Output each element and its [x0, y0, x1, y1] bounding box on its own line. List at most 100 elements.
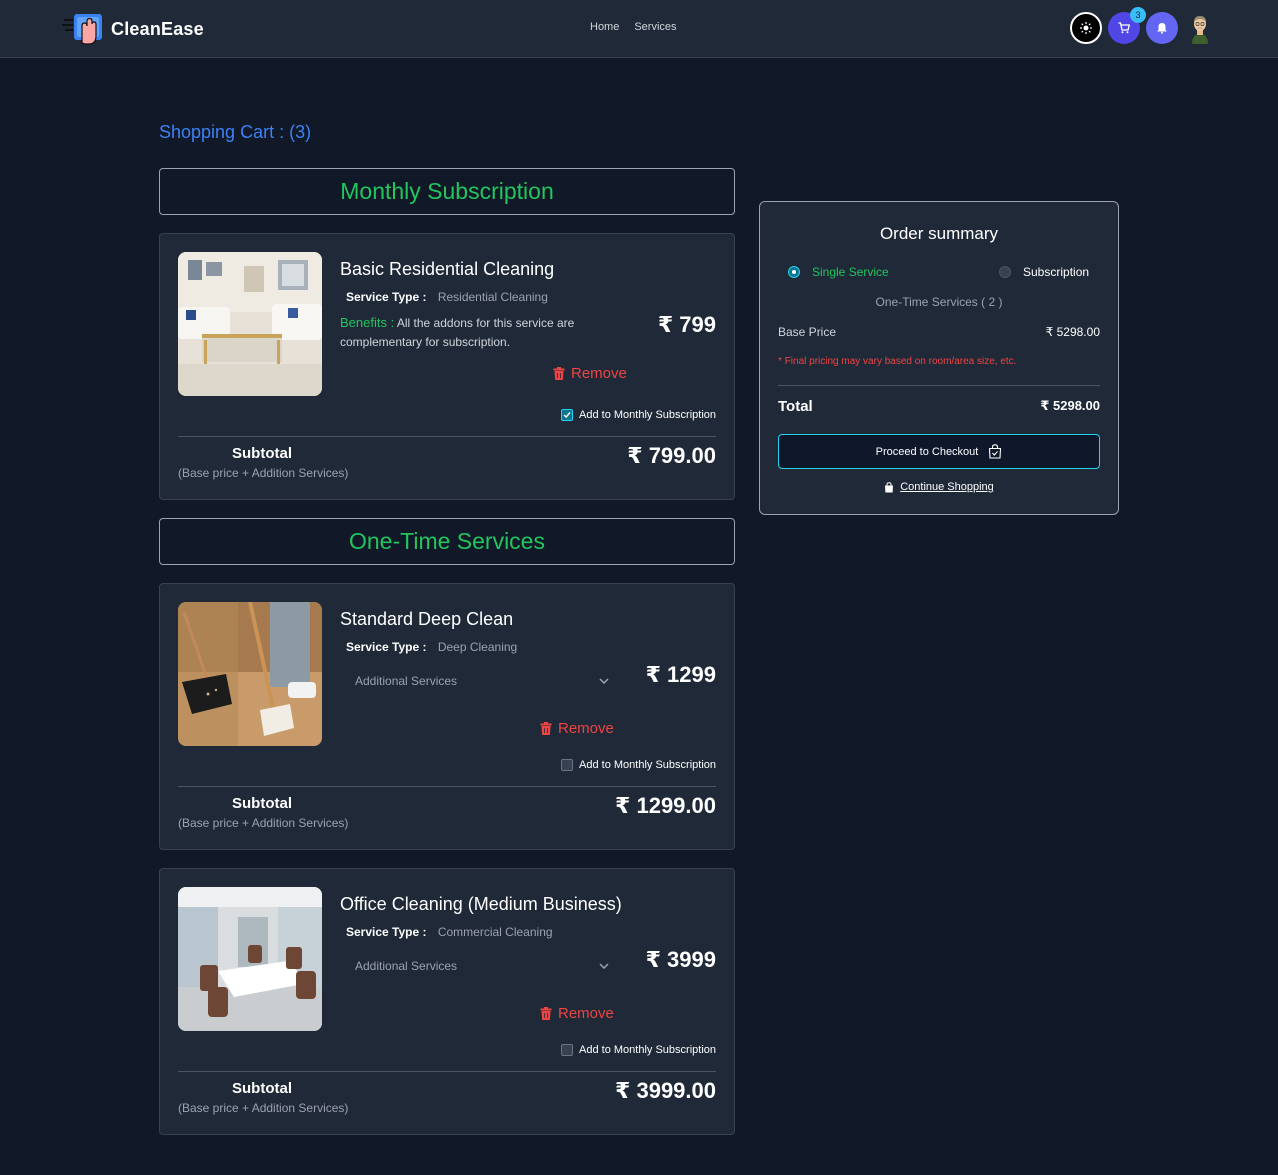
subtotal-label: Subtotal: [232, 1080, 292, 1097]
service-type-label: Service Type :: [346, 290, 427, 304]
base-price-row: Base Price ₹ 5298.00: [778, 325, 1100, 339]
office-room-image: [178, 887, 322, 1031]
add-to-subscription-label: Add to Monthly Subscription: [579, 1044, 716, 1056]
add-to-subscription-checkbox[interactable]: Add to Monthly Subscription: [561, 1044, 716, 1056]
cart-item-standard-deep-clean: Standard Deep Clean Service Type : Deep …: [159, 583, 735, 850]
subtotal-value: ₹ 3999.00: [615, 1078, 716, 1103]
trash-icon: [540, 1007, 552, 1020]
broom-floor-image: [178, 602, 322, 746]
subtotal-note: (Base price + Addition Services): [178, 466, 349, 480]
continue-shopping-label: Continue Shopping: [900, 481, 994, 493]
proceed-to-checkout-button[interactable]: Proceed to Checkout: [778, 434, 1100, 469]
radio-single-service-label: Single Service: [812, 265, 889, 279]
checkbox-unchecked[interactable]: [561, 759, 574, 771]
radio-subscription-label: Subscription: [1023, 265, 1090, 279]
cart-item-basic-residential: Basic Residential Cleaning Service Type …: [159, 233, 735, 500]
subtotal-note: (Base price + Addition Services): [178, 1101, 349, 1115]
add-to-subscription-label: Add to Monthly Subscription: [579, 409, 716, 421]
checkout-label: Proceed to Checkout: [875, 445, 979, 458]
remove-label: Remove: [558, 720, 614, 737]
item-price: ₹ 799: [657, 312, 716, 337]
check-icon: [563, 412, 571, 419]
subtotal-label: Subtotal: [232, 795, 292, 812]
total-value: ₹ 5298.00: [1040, 398, 1100, 413]
subtotal-value: ₹ 1299.00: [615, 793, 716, 818]
cart-item-office-cleaning: Office Cleaning (Medium Business) Servic…: [159, 868, 735, 1135]
order-summary-title: Order summary: [879, 224, 999, 243]
base-price-value: ₹ 5298.00: [1045, 325, 1100, 339]
additional-services-label: Additional Services: [355, 959, 458, 973]
one-time-services-count: One-Time Services ( 2 ): [875, 295, 1003, 309]
base-price-label: Base Price: [778, 325, 837, 339]
benefits-text: Benefits : All the addons for this servi…: [340, 313, 610, 352]
remove-label: Remove: [558, 1005, 614, 1022]
shopping-bag-icon: [885, 481, 894, 492]
total-row: Total ₹ 5298.00: [778, 398, 1100, 415]
service-type: Service Type : Residential Cleaning: [346, 290, 548, 304]
add-to-subscription-label: Add to Monthly Subscription: [579, 759, 716, 771]
pricing-note-text: Final pricing may vary based on room/are…: [784, 356, 1017, 367]
subtotal-label: Subtotal: [232, 445, 292, 462]
chevron-down-icon: [599, 963, 609, 969]
cart-button[interactable]: 3: [1108, 7, 1146, 44]
add-to-subscription-checkbox[interactable]: Add to Monthly Subscription: [561, 409, 716, 421]
navbar: CleanEase Home Services 3: [0, 0, 1278, 58]
radio-selected[interactable]: [788, 266, 800, 278]
brand[interactable]: CleanEase: [62, 12, 204, 46]
bell-icon: [1157, 23, 1167, 34]
cart-count-badge: 3: [1130, 7, 1146, 23]
brand-name: CleanEase: [111, 18, 204, 39]
item-price: ₹ 3999: [645, 947, 716, 972]
radio-single-service[interactable]: Single Service: [788, 265, 889, 279]
item-name: Office Cleaning (Medium Business): [340, 894, 622, 914]
service-type: Service Type : Commercial Cleaning: [346, 925, 553, 939]
trash-icon: [553, 367, 565, 380]
shopping-bag-check-icon: [989, 444, 1002, 459]
checkbox-unchecked[interactable]: [561, 1044, 574, 1056]
chevron-down-icon: [599, 678, 609, 684]
subtotal-value: ₹ 799.00: [627, 443, 716, 468]
cart-title: Shopping Cart : (3): [159, 122, 312, 142]
item-name: Basic Residential Cleaning: [340, 259, 555, 279]
notifications-button[interactable]: [1146, 12, 1178, 44]
nav-link-home[interactable]: Home: [590, 21, 619, 33]
trash-icon: [540, 722, 552, 735]
additional-services-dropdown[interactable]: Additional Services: [340, 950, 617, 982]
benefits-label: Benefits :: [340, 315, 395, 330]
cleaning-hand-logo-icon: [62, 14, 102, 45]
add-to-subscription-checkbox[interactable]: Add to Monthly Subscription: [561, 759, 716, 771]
total-label: Total: [778, 398, 813, 415]
cart-icon: [1118, 22, 1130, 34]
additional-services-label: Additional Services: [355, 674, 458, 688]
monthly-subscription-header: Monthly Subscription: [159, 168, 735, 215]
service-type-label: Service Type :: [346, 925, 427, 939]
card-divider: [178, 436, 716, 437]
remove-button[interactable]: Remove: [540, 1005, 614, 1022]
card-divider: [178, 1071, 716, 1072]
living-room-image: [178, 252, 322, 396]
theme-toggle-button[interactable]: [1070, 12, 1102, 44]
one-time-services-header: One-Time Services: [159, 518, 735, 565]
item-price: ₹ 1299: [645, 662, 716, 687]
summary-divider: [778, 385, 1100, 386]
nav-links: Home Services: [590, 21, 677, 33]
additional-services-dropdown[interactable]: Additional Services: [340, 665, 617, 697]
radio-subscription[interactable]: Subscription: [999, 265, 1089, 279]
service-type-label: Service Type :: [346, 640, 427, 654]
order-summary: Order summary Single Service Subscriptio…: [759, 201, 1119, 515]
radio-unselected[interactable]: [999, 266, 1011, 278]
remove-button[interactable]: Remove: [553, 365, 627, 382]
checkbox-checked[interactable]: [561, 409, 574, 421]
pricing-note: * Final pricing may vary based on room/a…: [778, 356, 1016, 367]
pricing-note-star: *: [778, 356, 782, 367]
service-type: Service Type : Deep Cleaning: [346, 640, 517, 654]
item-name: Standard Deep Clean: [340, 609, 514, 629]
service-type-value: Deep Cleaning: [437, 640, 518, 654]
subtotal-note: (Base price + Addition Services): [178, 816, 349, 830]
remove-button[interactable]: Remove: [540, 720, 614, 737]
remove-label: Remove: [571, 365, 627, 382]
nav-link-services[interactable]: Services: [634, 21, 676, 33]
sun-icon: [1080, 22, 1092, 34]
user-avatar[interactable]: [1184, 12, 1216, 44]
continue-shopping-link[interactable]: Continue Shopping: [760, 481, 1118, 493]
